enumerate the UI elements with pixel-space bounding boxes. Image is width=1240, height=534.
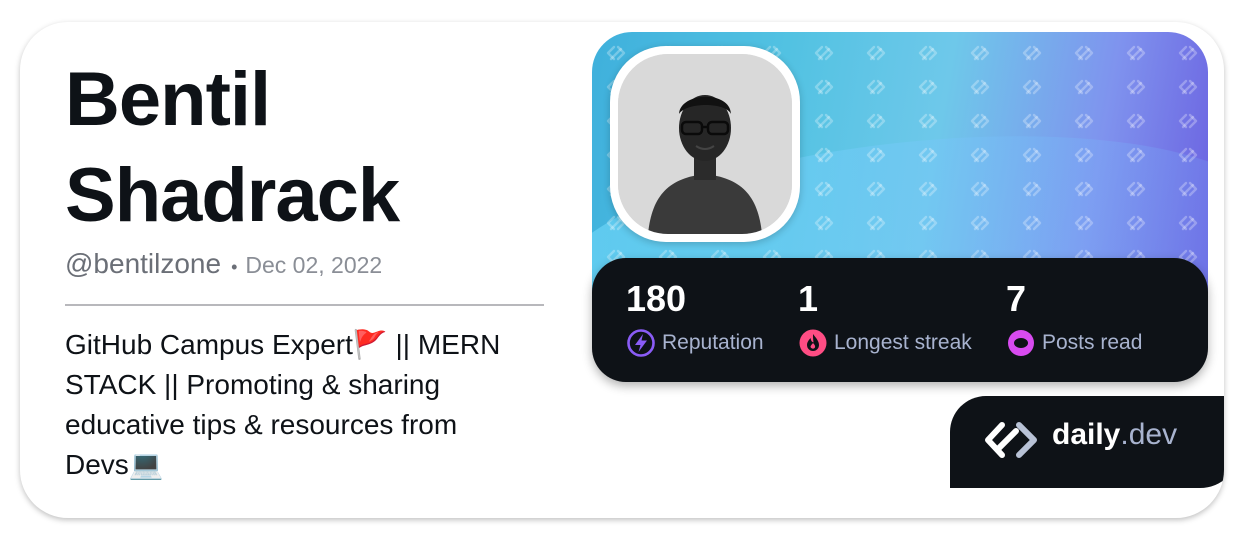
avatar-frame: [610, 46, 800, 242]
profile-name-last: Shadrack: [65, 153, 400, 238]
stat-posts-read: 7 Posts read: [1006, 278, 1142, 358]
daily-dev-badge[interactable]: daily.dev: [950, 396, 1224, 488]
profile-name: Bentil Shadrack: [65, 52, 535, 244]
bio-line: Devs💻: [65, 449, 164, 480]
brand-dev: .dev: [1120, 418, 1178, 451]
separator-dot: •: [231, 257, 238, 277]
avatar-photo: [618, 54, 792, 234]
brand-daily: daily: [1052, 418, 1121, 451]
profile-name-first: Bentil: [65, 57, 271, 142]
streak-value: 1: [798, 278, 819, 319]
bio-line: STACK || Promoting & sharing: [65, 369, 441, 400]
brand-wordmark: daily.dev: [1052, 418, 1177, 452]
streak-label: Longest streak: [834, 331, 972, 354]
bio: GitHub Campus Expert🚩 || MERN STACK || P…: [65, 325, 535, 485]
posts-read-value: 7: [1006, 278, 1027, 319]
reputation-label: Reputation: [662, 331, 764, 354]
daily-dev-logo-icon: [985, 422, 1037, 458]
posts-read-label: Posts read: [1042, 331, 1143, 354]
devcard: Bentil Shadrack @bentilzone • Dec 02, 20…: [20, 22, 1224, 518]
flame-icon: [799, 329, 827, 357]
stat-reputation: 180 Reputation: [626, 278, 764, 358]
bio-line: educative tips & resources from: [65, 409, 458, 440]
join-date: Dec 02, 2022: [245, 252, 383, 278]
handle-row: @bentilzone • Dec 02, 2022: [65, 248, 545, 280]
divider: [65, 304, 544, 306]
stats-panel: 180 Reputation 1 Longest streak 7 Posts …: [592, 258, 1208, 382]
lightning-icon: [627, 329, 655, 357]
stat-longest-streak: 1 Longest streak: [798, 278, 972, 358]
avatar: [618, 54, 792, 234]
ring-icon: [1008, 330, 1034, 356]
bio-line: GitHub Campus Expert🚩 || MERN: [65, 329, 501, 360]
reputation-value: 180: [626, 278, 687, 319]
username[interactable]: @bentilzone: [65, 248, 221, 280]
